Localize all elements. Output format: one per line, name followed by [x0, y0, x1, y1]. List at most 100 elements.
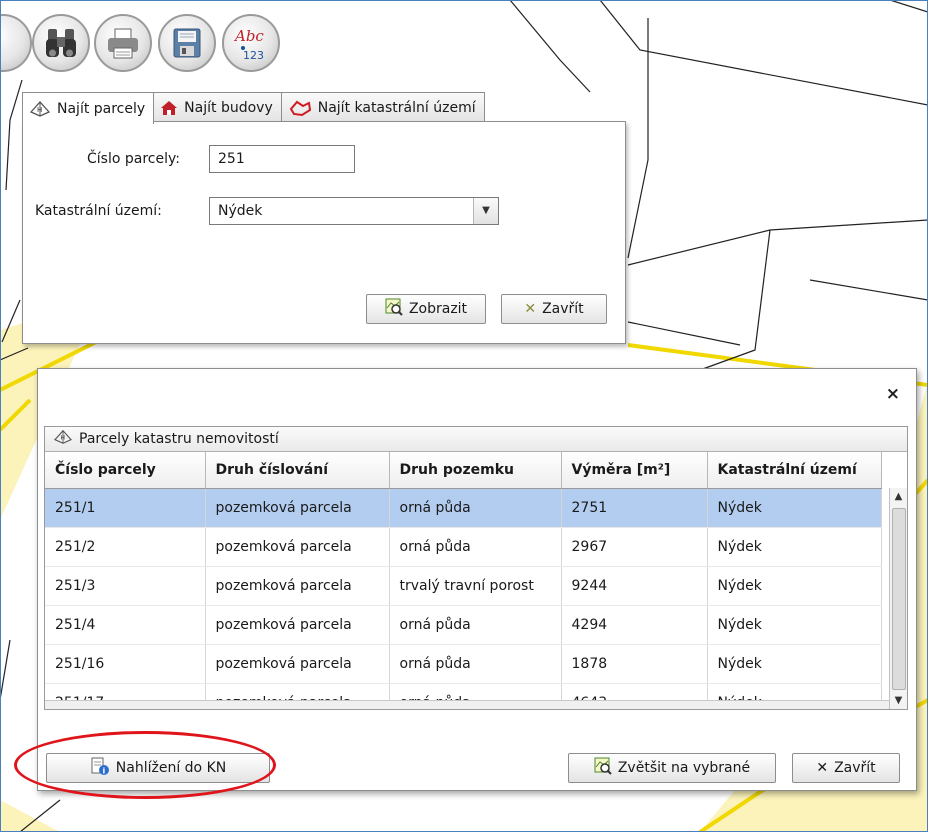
- table-cell: pozemková parcela: [205, 566, 390, 606]
- tab-label: Najít budovy: [184, 99, 273, 116]
- close-search-button[interactable]: ✕ Zavřít: [501, 294, 607, 324]
- table-cell: pozemková parcela: [205, 488, 390, 528]
- parcel-area-fill-bottom: [0, 800, 60, 832]
- table-cell: 251/3: [45, 566, 206, 606]
- scroll-down-icon[interactable]: ▼: [890, 692, 907, 709]
- save-button[interactable]: [158, 14, 216, 72]
- column-header-numbering-type[interactable]: Druh číslování: [205, 452, 390, 489]
- view-kn-button[interactable]: i Nahlížení do KN: [46, 753, 270, 783]
- table-row[interactable]: 251/1 pozemková parcela orná půda 2751 N…: [45, 488, 882, 528]
- territory-outline-icon: [288, 99, 312, 117]
- dialog-close-icon[interactable]: ×: [886, 384, 900, 404]
- parcel-number-input[interactable]: 251: [209, 145, 355, 173]
- parcels-table: Číslo parcely Druh číslování Druh pozemk…: [45, 452, 882, 709]
- table-cell: 1878: [561, 644, 708, 684]
- table-cell: 251/2: [45, 527, 206, 567]
- parcel-boundary: [809, 279, 928, 301]
- show-button-label: Zobrazit: [408, 301, 468, 317]
- table-header-row: Číslo parcely Druh číslování Druh pozemk…: [45, 452, 882, 489]
- parcel-boundary: [5, 79, 23, 191]
- print-button[interactable]: [94, 14, 152, 72]
- scrollbar-thumb[interactable]: [892, 508, 906, 690]
- parcel-icon: H: [53, 429, 73, 449]
- spell-text-bottom: 123: [243, 49, 264, 62]
- tab-label: Najít parcely: [57, 100, 146, 117]
- close-dialog-label: Zavřít: [834, 760, 876, 776]
- tab-find-buildings[interactable]: Najít budovy: [153, 92, 282, 122]
- find-button[interactable]: [32, 14, 90, 72]
- view-kn-label: Nahlížení do KN: [115, 760, 227, 776]
- parcel-number-label: Číslo parcely:: [87, 151, 180, 167]
- territory-label: Katastrální území:: [35, 203, 162, 219]
- zoom-to-selected-button[interactable]: Zvětšit na vybrané: [568, 753, 776, 783]
- svg-text:H: H: [37, 106, 42, 114]
- horizontal-scrollbar[interactable]: [45, 700, 889, 709]
- table-cell: 251/16: [45, 644, 206, 684]
- save-icon: [173, 28, 201, 58]
- find-parcels-panel: Číslo parcely: 251 Katastrální území: Ný…: [22, 121, 626, 344]
- zoom-map-icon: [385, 298, 403, 320]
- table-cell: 4294: [561, 605, 708, 645]
- zoom-map-icon: [594, 757, 612, 779]
- table-cell: pozemková parcela: [205, 605, 390, 645]
- binoculars-icon: [46, 29, 76, 57]
- territory-select[interactable]: Nýdek ▼: [209, 197, 499, 225]
- parcel-boundary: [627, 219, 928, 266]
- table-cell: 251/4: [45, 605, 206, 645]
- zoom-to-selected-label: Zvětšit na vybrané: [617, 760, 751, 776]
- parcel-boundary: [889, 0, 928, 13]
- table-cell: 2967: [561, 527, 708, 567]
- vertical-scrollbar[interactable]: ▲ ▼: [889, 488, 907, 709]
- column-header-land-type[interactable]: Druh pozemku: [389, 452, 562, 489]
- tab-label: Najít katastrální území: [317, 99, 476, 116]
- spellcheck-abc-icon: Abc 123: [233, 27, 264, 62]
- territory-select-value: Nýdek: [218, 203, 263, 219]
- column-header-area[interactable]: Výměra [m²]: [561, 452, 708, 489]
- column-header-territory[interactable]: Katastrální území: [707, 452, 882, 489]
- svg-text:i: i: [102, 767, 105, 776]
- table-cell: Nýdek: [707, 566, 882, 606]
- parcel-boundary: [599, 0, 928, 106]
- table-row[interactable]: 251/16 pozemková parcela orná půda 1878 …: [45, 644, 882, 684]
- parcel-icon: H: [29, 100, 51, 118]
- table-cell: orná půda: [389, 488, 562, 528]
- table-cell: Nýdek: [707, 527, 882, 567]
- svg-text:H: H: [60, 435, 65, 442]
- table-cell: pozemková parcela: [205, 644, 390, 684]
- spell-text-top: Abc: [233, 27, 264, 45]
- scroll-up-icon[interactable]: ▲: [890, 488, 907, 505]
- table-cell: Nýdek: [707, 644, 882, 684]
- table-cell: 251/1: [45, 488, 206, 528]
- table-cell: Nýdek: [707, 488, 882, 528]
- parcel-boundary: [509, 0, 591, 93]
- table-cell: orná půda: [389, 527, 562, 567]
- table-row[interactable]: 251/2 pozemková parcela orná půda 2967 N…: [45, 527, 882, 567]
- parcel-boundary: [699, 229, 771, 371]
- grid-title-bar: H Parcely katastru nemovitostí: [45, 427, 907, 452]
- close-x-icon: ✕: [816, 760, 829, 776]
- tab-find-territory[interactable]: Najít katastrální území: [280, 92, 485, 122]
- house-icon: [160, 100, 178, 116]
- chevron-down-icon[interactable]: ▼: [473, 198, 498, 224]
- table-cell: 9244: [561, 566, 708, 606]
- tab-find-parcels[interactable]: H Najít parcely: [22, 92, 155, 124]
- table-cell: Nýdek: [707, 605, 882, 645]
- document-info-icon: i: [90, 756, 110, 780]
- close-dialog-button[interactable]: ✕ Zavřít: [792, 753, 900, 783]
- table-cell: 2751: [561, 488, 708, 528]
- column-header-parcel-number[interactable]: Číslo parcely: [45, 452, 206, 489]
- table-cell: pozemková parcela: [205, 527, 390, 567]
- close-button-label: Zavřít: [542, 301, 584, 317]
- parcel-boundary: [0, 639, 11, 701]
- parcels-results-dialog: × H Parcely katastru nemovitostí Číslo p…: [37, 368, 917, 791]
- show-button[interactable]: Zobrazit: [366, 294, 486, 324]
- parcels-grid: H Parcely katastru nemovitostí Číslo par…: [44, 426, 908, 710]
- spellcheck-button[interactable]: Abc 123: [222, 14, 280, 72]
- table-cell: orná půda: [389, 644, 562, 684]
- table-cell: orná půda: [389, 605, 562, 645]
- table-row[interactable]: 251/4 pozemková parcela orná půda 4294 N…: [45, 605, 882, 645]
- parcel-boundary: [627, 18, 649, 259]
- table-row[interactable]: 251/3 pozemková parcela trvalý travní po…: [45, 566, 882, 606]
- table-cell: trvalý travní porost: [389, 566, 562, 606]
- print-icon: [108, 28, 138, 59]
